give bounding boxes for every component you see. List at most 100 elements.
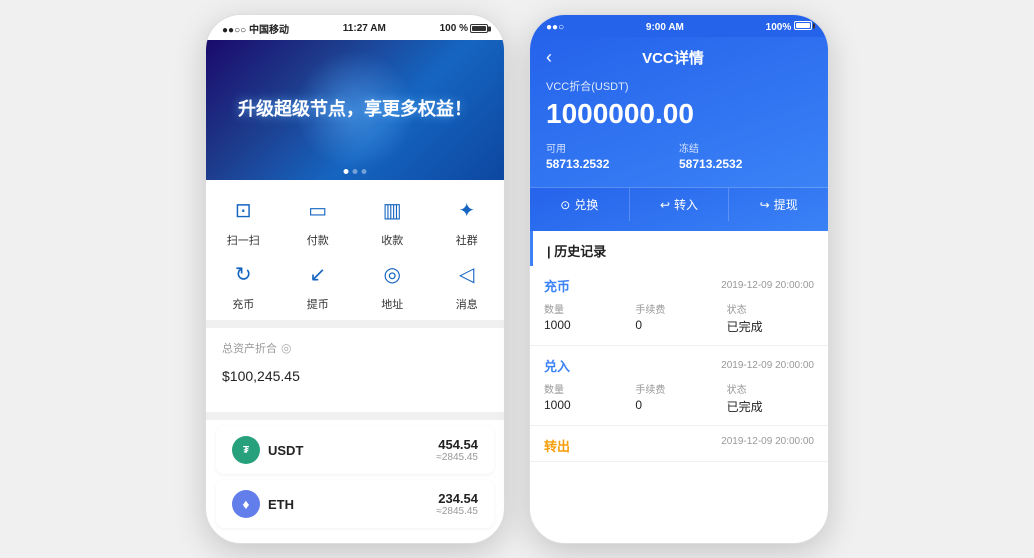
receive-label: 收款 [381,232,403,248]
eth-name: ETH [268,497,436,512]
status-bar-2: ●●○ 9:00 AM 100% [530,15,828,37]
pay-label: 付款 [307,232,329,248]
usdt-amount: 454.54 [436,437,478,452]
history-type-2: 兑入 [544,356,570,375]
status-bar-1: ●●○○ 中国移动 11:27 AM 100 % [206,15,504,40]
scan-icon: ⊡ [225,192,261,228]
h1-col-1: 数量 1000 [544,301,631,335]
vcc-withdraw-button[interactable]: ↪ 提现 [729,188,828,221]
avail-value: 58713.2532 [546,157,679,171]
vcc-withdraw-label: 提现 [774,196,798,213]
history-item-2-header: 兑入 2019-12-09 20:00:00 [544,356,814,375]
community-icon: ✦ [449,192,485,228]
assets-amount: $100,245.45 [222,360,488,388]
partial-time: 2019-12-09 20:00:00 [721,436,814,455]
coin-item-eth[interactable]: ♦ ETH 234.54 ≈2845.45 [216,480,494,528]
banner-dot-2 [353,169,358,174]
vcc-balance: 1000000.00 [546,98,812,130]
withdraw-icon: ↙ [300,256,336,292]
coin-list: ₮ USDT 454.54 ≈2845.45 ♦ ETH 234.54 ≈284… [206,426,504,528]
frozen-value: 58713.2532 [679,157,812,171]
history-section: | 历史记录 充币 2019-12-09 20:00:00 数量 1000 手续… [530,231,828,462]
currency-symbol: $ [222,368,230,384]
h1-col-2: 手续费 0 [635,301,722,335]
battery-display-2: 100% [766,21,812,33]
wallet-content: 升级超级节点，享更多权益！ ⊡ 扫一扫 ▭ 付款 ▥ 收款 ✦ [206,40,504,534]
action-scan[interactable]: ⊡ 扫一扫 [206,192,281,248]
assets-title: 总资产折合 ◎ [222,340,488,356]
eye-icon[interactable]: ◎ [281,341,291,355]
partial-header: 转出 2019-12-09 20:00:00 [544,436,814,455]
promo-banner[interactable]: 升级超级节点，享更多权益！ [206,40,504,180]
vcc-avail: 可用 58713.2532 [546,140,679,171]
avail-label: 可用 [546,140,679,155]
partial-type: 转出 [544,436,570,455]
divider-1 [206,320,504,328]
coin-item-usdt[interactable]: ₮ USDT 454.54 ≈2845.45 [216,426,494,474]
address-label: 地址 [381,296,403,312]
banner-dots [344,169,367,174]
assets-section: 总资产折合 ◎ $100,245.45 [206,328,504,412]
history-item-3-partial[interactable]: 转出 2019-12-09 20:00:00 [530,426,828,462]
phone-vcc: ●●○ 9:00 AM 100% ‹ VCC详情 VCC折合(USDT) 100… [529,14,829,544]
back-button[interactable]: ‹ [546,47,552,68]
eth-values: 234.54 ≈2845.45 [436,491,478,517]
quick-actions: ⊡ 扫一扫 ▭ 付款 ▥ 收款 ✦ 社群 ↻ 充币 ↙ 提币 [206,180,504,320]
usdt-name: USDT [268,443,436,458]
h1-col-3: 状态 已完成 [727,301,814,335]
history-title: | 历史记录 [530,231,828,266]
h2-col-1: 数量 1000 [544,381,631,415]
action-pay[interactable]: ▭ 付款 [281,192,356,248]
battery-display-1: 100 % [440,23,488,34]
vcc-content: ‹ VCC详情 VCC折合(USDT) 1000000.00 可用 58713.… [530,37,828,462]
history-item-1-header: 充币 2019-12-09 20:00:00 [544,276,814,295]
history-time-1: 2019-12-09 20:00:00 [721,280,814,291]
vcc-actions: ⊙ 兑换 ↩ 转入 ↪ 提现 [530,187,828,231]
history-item-1[interactable]: 充币 2019-12-09 20:00:00 数量 1000 手续费 0 状态 … [530,266,828,346]
vcc-page-title: VCC详情 [560,47,786,68]
history-time-2: 2019-12-09 20:00:00 [721,360,814,371]
recharge-icon: ↻ [225,256,261,292]
action-receive[interactable]: ▥ 收款 [355,192,430,248]
history-cols-1: 数量 1000 手续费 0 状态 已完成 [544,301,814,335]
action-recharge[interactable]: ↻ 充币 [206,256,281,312]
h2-col-3: 状态 已完成 [727,381,814,415]
action-message[interactable]: ◁ 消息 [430,256,505,312]
battery-icon-1 [470,24,488,33]
transfer-in-label: 转入 [674,196,698,213]
action-withdraw[interactable]: ↙ 提币 [281,256,356,312]
community-label: 社群 [456,232,478,248]
divider-2 [206,412,504,420]
pay-icon: ▭ [300,192,336,228]
action-address[interactable]: ◎ 地址 [355,256,430,312]
recharge-label: 充币 [232,296,254,312]
exchange-label: 兑换 [574,196,598,213]
history-type-1: 充币 [544,276,570,295]
h2-col-2: 手续费 0 [635,381,722,415]
receive-icon: ▥ [374,192,410,228]
vcc-header: ‹ VCC详情 VCC折合(USDT) 1000000.00 可用 58713.… [530,37,828,187]
action-community[interactable]: ✦ 社群 [430,192,505,248]
transfer-in-button[interactable]: ↩ 转入 [630,188,730,221]
eth-amount: 234.54 [436,491,478,506]
exchange-icon: ⊙ [560,198,570,212]
usdt-equiv: ≈2845.45 [436,452,478,463]
usdt-logo: ₮ [232,436,260,464]
address-icon: ◎ [374,256,410,292]
history-item-2[interactable]: 兑入 2019-12-09 20:00:00 数量 1000 手续费 0 状态 … [530,346,828,426]
banner-dot-1 [344,169,349,174]
exchange-button[interactable]: ⊙ 兑换 [530,188,630,221]
scan-label: 扫一扫 [227,232,260,248]
time-display-1: 11:27 AM [343,23,386,34]
banner-text: 升级超级节点，享更多权益！ [238,97,472,122]
message-label: 消息 [456,296,478,312]
vcc-withdraw-icon: ↪ [760,198,770,212]
carrier-signal: ●●○○ 中国移动 [222,21,289,36]
signal-2: ●●○ [546,22,564,33]
message-icon: ◁ [449,256,485,292]
vcc-frozen: 冻结 58713.2532 [679,140,812,171]
history-cols-2: 数量 1000 手续费 0 状态 已完成 [544,381,814,415]
eth-logo: ♦ [232,490,260,518]
vcc-nav: ‹ VCC详情 [546,47,812,68]
transfer-in-icon: ↩ [660,198,670,212]
